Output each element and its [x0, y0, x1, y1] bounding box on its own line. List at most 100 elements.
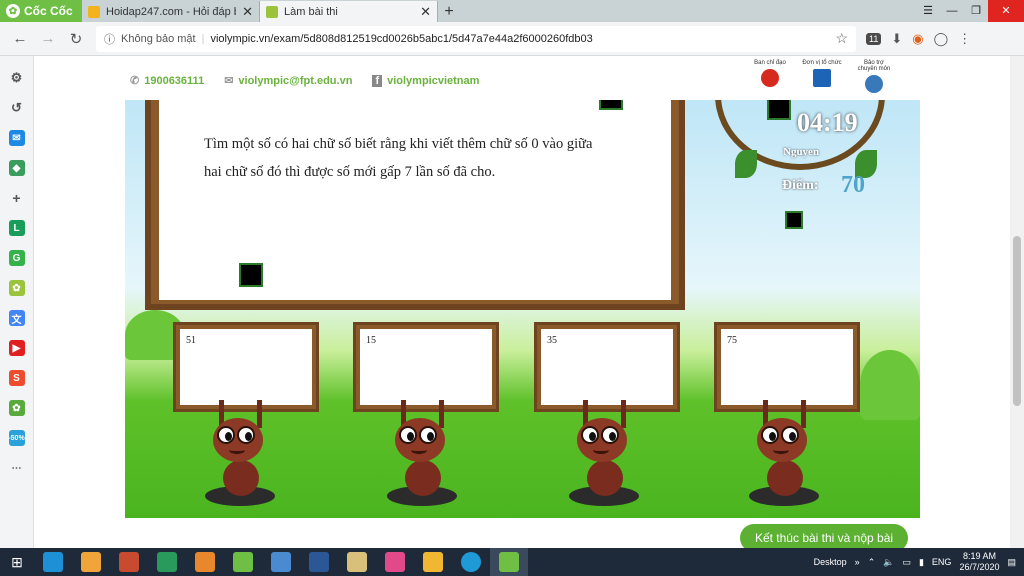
submit-exam-button[interactable]: Kết thúc bài thi và nộp bài — [740, 524, 908, 548]
games-icon[interactable]: ◆ — [8, 160, 25, 176]
taskbar-game[interactable] — [414, 548, 452, 576]
account-icon[interactable]: ◯ — [934, 31, 949, 47]
app-g-icon[interactable]: G — [8, 250, 25, 266]
scrollbar-thumb[interactable] — [1013, 236, 1021, 406]
coccoc-extension-icon[interactable]: ◉ — [912, 31, 923, 47]
powerpoint-icon — [119, 552, 139, 572]
phone-icon: ✆ — [130, 75, 140, 87]
question-text: Tìm một số có hai chữ số biết rằng khi v… — [204, 136, 593, 180]
answer-text[interactable]: 35 — [541, 329, 673, 405]
taskbar-paint[interactable] — [376, 548, 414, 576]
taskbar-network[interactable] — [262, 548, 300, 576]
coccoc-taskbar-icon — [233, 552, 253, 572]
answer-option-3[interactable]: 35 — [534, 322, 680, 412]
browser-sidebar: ⚙ ↺ ✉ ◆ + L G ✿ 文 ▶ S ✿ -50% ⋯ — [0, 56, 34, 548]
answer-option-1[interactable]: 51 — [173, 322, 319, 412]
add-icon[interactable]: + — [9, 190, 25, 206]
score-label: Điểm: — [782, 178, 819, 193]
address-bar[interactable]: ⓘ Không bảo mật | violympic.vn/exam/5d80… — [96, 25, 856, 52]
facebook-contact[interactable]: f violympicvietnam — [372, 74, 479, 87]
clock-date: 26/7/2020 — [959, 562, 1000, 572]
answer-text[interactable]: 15 — [360, 329, 492, 405]
network-icon — [271, 552, 291, 572]
taskbar-edge[interactable] — [452, 548, 490, 576]
battery-icon[interactable]: ▭ — [902, 557, 911, 568]
discount-icon[interactable]: -50% — [8, 430, 25, 446]
taskbar-powerpoint[interactable] — [110, 548, 148, 576]
glitch-block — [785, 211, 803, 229]
coccoc-logo[interactable]: ✿ Cốc Cốc — [0, 0, 82, 22]
folder-icon — [81, 552, 101, 572]
glitch-block — [239, 263, 263, 287]
tray-up-icon[interactable]: ⌃ — [868, 557, 876, 568]
taskbar-coccoc[interactable] — [224, 548, 262, 576]
violympic-app-icon[interactable]: ✿ — [8, 280, 25, 296]
download-icon[interactable]: ⬇ — [891, 31, 902, 47]
taskbar-app[interactable] — [148, 548, 186, 576]
back-icon[interactable]: ← — [6, 30, 34, 47]
youtube-icon[interactable]: ▶ — [8, 340, 25, 356]
taskbar-word[interactable] — [300, 548, 338, 576]
page-scrollbar[interactable] — [1010, 56, 1024, 548]
clock[interactable]: 8:19 AM 26/7/2020 — [959, 551, 999, 573]
taskbar-ie[interactable] — [34, 548, 72, 576]
taskbar-files[interactable] — [338, 548, 376, 576]
translate-icon[interactable]: 文 — [8, 310, 25, 326]
tab-lam-bai-thi[interactable]: Làm bài thi ✕ — [260, 1, 438, 22]
new-tab-button[interactable]: + — [438, 1, 460, 22]
forward-icon[interactable]: → — [34, 30, 62, 47]
answer-text[interactable]: 75 — [721, 329, 853, 405]
phone-contact[interactable]: ✆ 1900636111 — [130, 74, 204, 88]
reload-icon[interactable]: ↻ — [62, 30, 90, 48]
url-text[interactable]: violympic.vn/exam/5d808d812519cd0026b5ab… — [210, 33, 592, 45]
notifications-icon[interactable]: ▤ — [1007, 557, 1016, 568]
taskbar-coccoc-active[interactable] — [490, 548, 528, 576]
windows-taskbar: ⊞ Desktop » ⌃ 🔈 ▭ ▮ ENG 8:19 AM 26/7/202… — [0, 548, 1024, 576]
tab-title: Hoidap247.com - Hỏi đáp bài — [106, 5, 237, 18]
taskbar-media[interactable] — [186, 548, 224, 576]
hoidap-favicon-icon — [88, 5, 100, 18]
email-contact[interactable]: ✉ violympic@fpt.edu.vn — [224, 74, 352, 88]
desktop-toolbar[interactable]: Desktop — [814, 557, 847, 567]
close-tab-icon[interactable]: ✕ — [420, 4, 431, 20]
windows-start-icon[interactable]: ⊞ — [0, 548, 34, 576]
app-l-icon[interactable]: L — [8, 220, 25, 236]
more-menu-icon[interactable]: ⋮ — [958, 31, 971, 47]
bush-decoration — [860, 350, 920, 420]
ant-character — [749, 400, 829, 510]
restore-icon[interactable]: ❐ — [964, 0, 988, 22]
close-tab-icon[interactable]: ✕ — [242, 4, 253, 20]
timer: 04:19 — [797, 108, 858, 137]
clock-time: 8:19 AM — [962, 551, 996, 561]
answer-option-4[interactable]: 75 — [714, 322, 860, 412]
extensions: 11 ⬇ ◉ ◯ ⋮ — [866, 31, 971, 47]
security-label: Không bảo mật — [121, 32, 196, 45]
chevron-icon[interactable]: » — [855, 557, 860, 567]
education-logo-icon — [865, 75, 883, 93]
score-value: 70 — [841, 172, 865, 198]
separator: | — [201, 32, 205, 45]
glitch-block — [599, 100, 623, 110]
info-icon[interactable]: ⓘ — [104, 31, 115, 47]
emblem-icon — [761, 69, 779, 87]
shopee-icon[interactable]: S — [8, 370, 25, 386]
extension-badge-icon[interactable]: 11 — [866, 32, 882, 45]
volume-icon[interactable]: 🔈 — [883, 557, 894, 568]
answer-option-2[interactable]: 15 — [353, 322, 499, 412]
answer-text[interactable]: 51 — [180, 329, 312, 405]
ant-character — [569, 400, 649, 510]
sponsor-fpt: Đơn vị tổ chức — [802, 60, 842, 93]
settings-icon[interactable]: ⚙ — [9, 70, 25, 86]
coccoc-green-icon[interactable]: ✿ — [8, 400, 25, 416]
tab-hoidap247[interactable]: Hoidap247.com - Hỏi đáp bài ✕ — [82, 1, 260, 22]
close-window-icon[interactable]: ✕ — [988, 0, 1024, 22]
minimize-icon[interactable]: — — [940, 0, 964, 22]
menu-icon[interactable]: ☰ — [916, 0, 940, 22]
wifi-icon[interactable]: ▮ — [919, 557, 924, 568]
history-icon[interactable]: ↺ — [9, 100, 25, 116]
messenger-icon[interactable]: ✉ — [8, 130, 25, 146]
language-indicator[interactable]: ENG — [932, 557, 952, 567]
more-icon[interactable]: ⋯ — [9, 460, 25, 476]
taskbar-explorer[interactable] — [72, 548, 110, 576]
bookmark-star-icon[interactable]: ☆ — [835, 30, 848, 47]
